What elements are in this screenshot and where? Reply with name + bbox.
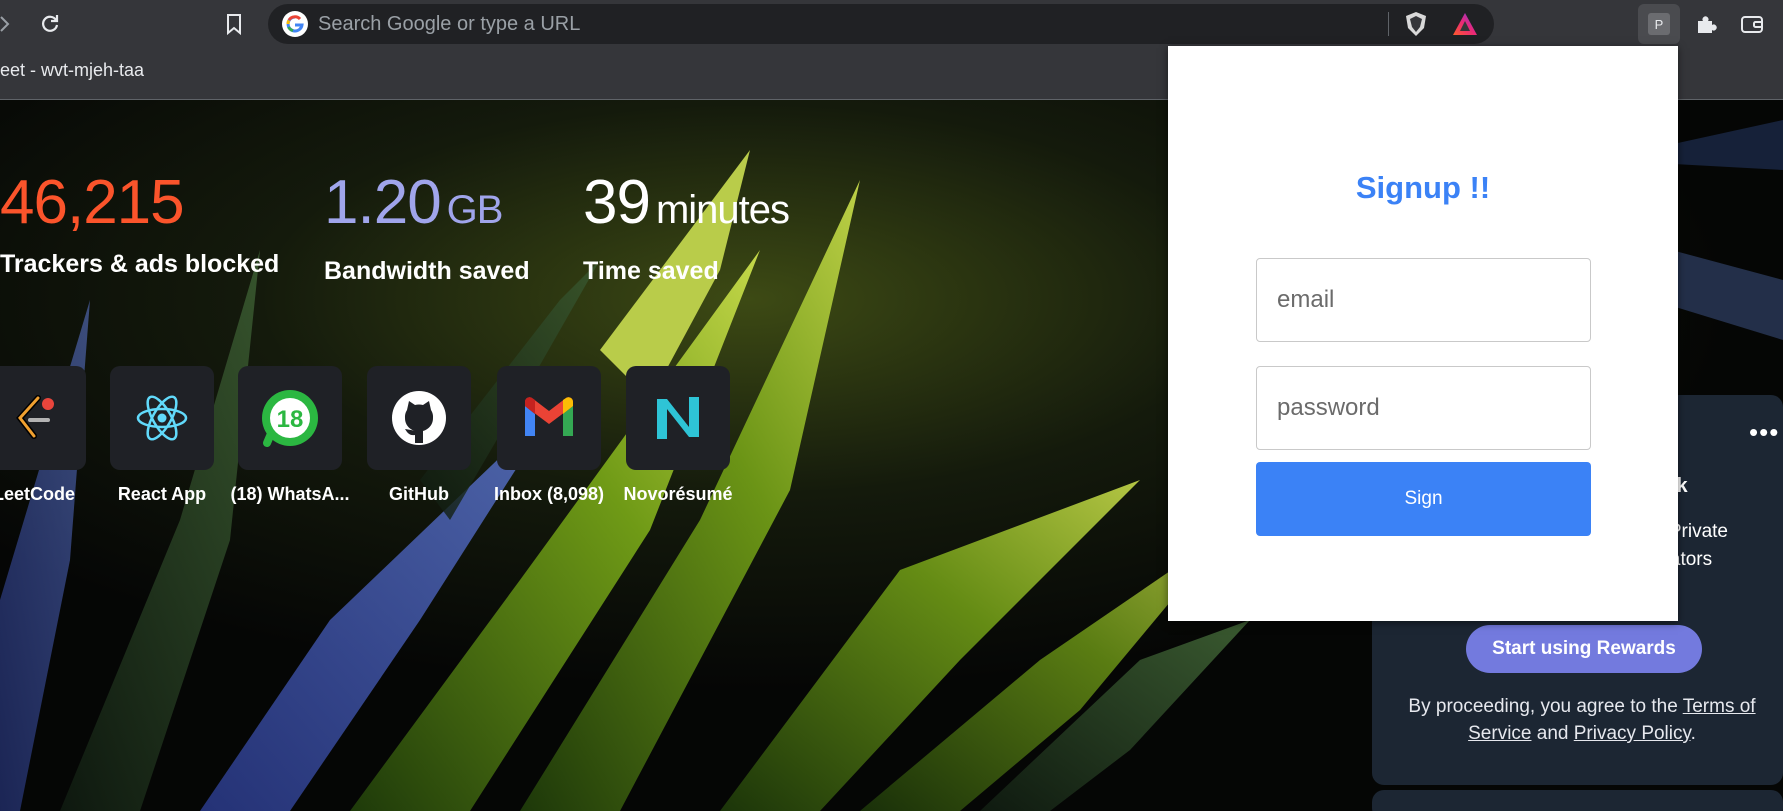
wallet-icon — [1741, 16, 1763, 33]
stat-bandwidth-number: 1.20 GB — [324, 168, 503, 237]
stat-time: 39 minutes Time saved — [583, 168, 790, 286]
browser-toolbar: P — [0, 0, 1783, 48]
secondary-card — [1372, 790, 1783, 811]
reload-button[interactable] — [32, 6, 68, 42]
gmail-icon — [525, 397, 573, 436]
top-site-tile[interactable] — [626, 366, 730, 470]
omnibox-input[interactable] — [318, 4, 1318, 44]
top-site-tile[interactable]: 18 — [238, 366, 342, 470]
extension-p-button[interactable]: P — [1638, 4, 1680, 44]
google-icon — [282, 11, 308, 37]
brave-shields-icon[interactable] — [1404, 11, 1428, 37]
stat-trackers-label: Trackers & ads blocked — [0, 250, 280, 278]
bookmark-button[interactable] — [216, 6, 252, 42]
wallet-button[interactable] — [1734, 6, 1770, 42]
start-rewards-button[interactable]: Start using Rewards — [1466, 625, 1702, 673]
top-site-react-app[interactable]: React App — [110, 366, 214, 505]
reload-icon — [42, 15, 59, 32]
forward-icon — [0, 16, 10, 32]
top-site-tile[interactable] — [497, 366, 601, 470]
top-site-label: React App — [117, 484, 207, 504]
rewards-more-menu[interactable]: ••• — [1749, 417, 1779, 448]
sign-button[interactable]: Sign — [1256, 462, 1591, 536]
top-site-whatsapp[interactable]: 18 (18) WhatsA... — [230, 366, 350, 505]
brave-rewards-icon[interactable] — [1452, 12, 1478, 36]
top-site-leetcode[interactable]: LeetCode — [0, 366, 86, 505]
stat-time-label: Time saved — [583, 257, 719, 285]
top-site-label: GitHub — [389, 484, 449, 504]
extensions-button[interactable] — [1688, 6, 1724, 42]
whatsapp-icon: 18 — [262, 390, 318, 447]
stat-trackers: 46,215 Trackers & ads blocked — [0, 168, 279, 279]
top-site-tile[interactable] — [0, 366, 86, 470]
novoresume-icon — [657, 397, 699, 439]
popup-title: Signup !! — [1355, 170, 1491, 205]
stat-bandwidth: 1.20 GB Bandwidth saved — [324, 168, 530, 286]
privacy-link[interactable]: Privacy Policy — [1574, 723, 1691, 744]
signup-popup: Signup !! Sign — [1168, 46, 1678, 621]
github-icon — [392, 391, 446, 445]
top-site-github[interactable]: GitHub — [367, 366, 471, 505]
omnibox-divider — [1388, 12, 1389, 36]
password-field[interactable] — [1256, 366, 1591, 450]
top-site-label: (18) WhatsA... — [230, 484, 350, 504]
top-site-novoresume[interactable]: Novorésumé — [623, 366, 733, 505]
stat-bandwidth-label: Bandwidth saved — [324, 257, 530, 285]
forward-button[interactable] — [0, 6, 22, 42]
top-site-label: Inbox (8,098) — [493, 484, 605, 504]
email-field[interactable] — [1256, 258, 1591, 342]
top-site-label: Novorésumé — [623, 484, 733, 504]
top-site-gmail[interactable]: Inbox (8,098) — [494, 366, 604, 505]
puzzle-icon — [1698, 16, 1717, 33]
browser-window: P eet - wvt-mjeh-taa 46,215 Trackers & a… — [0, 0, 1783, 811]
stat-trackers-number: 46,215 — [0, 168, 185, 237]
rewards-legal-text: By proceeding, you agree to the Terms of… — [1408, 696, 1756, 744]
bookmark-item[interactable]: eet - wvt-mjeh-taa — [0, 60, 144, 81]
react-icon — [136, 395, 188, 441]
top-site-label: LeetCode — [0, 484, 75, 504]
top-site-tile[interactable] — [110, 366, 214, 470]
whatsapp-badge: 18 — [277, 406, 304, 433]
extension-p-icon: P — [1648, 13, 1670, 35]
bookmark-icon — [227, 14, 241, 35]
top-site-tile[interactable] — [367, 366, 471, 470]
leetcode-icon — [16, 395, 54, 439]
stat-time-number: 39 minutes — [583, 168, 790, 237]
address-bar[interactable] — [268, 4, 1494, 44]
